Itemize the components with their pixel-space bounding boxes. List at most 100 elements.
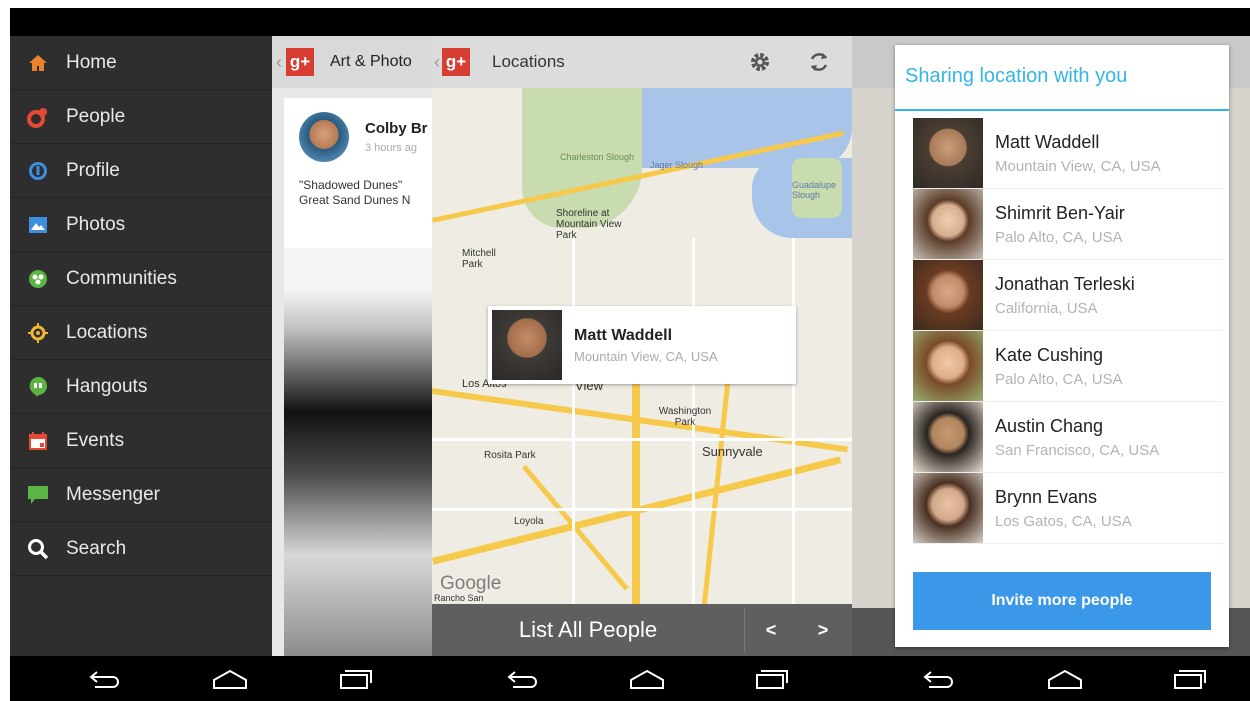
back-caret-icon[interactable]: ‹ — [276, 52, 282, 73]
back-icon[interactable] — [914, 656, 964, 701]
map-label: Mitchell Park — [462, 248, 496, 270]
search-icon — [10, 538, 66, 560]
google-logo: Google — [440, 573, 502, 594]
art-action-bar: ‹ g+ Art & Photo — [272, 36, 432, 88]
drawer-item-label: Profile — [66, 159, 120, 181]
events-icon — [10, 431, 66, 451]
locations-icon — [10, 322, 66, 344]
drawer-item-messenger[interactable]: Messenger — [10, 468, 272, 522]
locations-title: Locations — [492, 52, 565, 71]
person-row[interactable]: Brynn Evans Los Gatos, CA, USA — [913, 473, 1223, 544]
person-row[interactable]: Austin Chang San Francisco, CA, USA — [913, 402, 1223, 473]
street — [432, 508, 852, 511]
person-row[interactable]: Shimrit Ben-Yair Palo Alto, CA, USA — [913, 189, 1223, 260]
map-person-callout[interactable]: Matt Waddell Mountain View, CA, USA — [488, 306, 796, 384]
person-photo — [913, 118, 983, 188]
drawer-item-search[interactable]: Search — [10, 522, 272, 576]
post-card[interactable]: Colby Br 3 hours ag "Shadowed Dunes" Gre… — [284, 98, 432, 656]
person-photo — [913, 189, 983, 259]
person-place: Palo Alto, CA, USA — [995, 370, 1123, 388]
street — [572, 238, 575, 604]
drawer-item-people[interactable]: People — [10, 90, 272, 144]
dialog-title: Sharing location with you — [905, 65, 1128, 87]
map-label: Loyola — [514, 516, 544, 527]
drawer-item-communities[interactable]: Communities — [10, 252, 272, 306]
person-place: San Francisco, CA, USA — [995, 441, 1160, 459]
photos-icon — [10, 216, 66, 234]
home-button-icon[interactable] — [205, 656, 255, 701]
communities-icon — [10, 269, 66, 289]
gplus-logo-icon[interactable]: g+ — [286, 48, 314, 76]
map-label: Rancho San — [434, 593, 484, 603]
navigation-drawer: Home People Profile Photos Communities L… — [10, 36, 272, 656]
street — [432, 438, 852, 441]
drawer-item-hangouts[interactable]: Hangouts — [10, 360, 272, 414]
recent-apps-icon[interactable] — [330, 656, 380, 701]
home-icon — [10, 53, 66, 73]
person-photo — [913, 331, 983, 401]
map-label: Sunnyvale — [702, 444, 763, 459]
prev-button[interactable]: < — [745, 620, 797, 641]
person-name: Shimrit Ben-Yair — [995, 202, 1125, 223]
person-place: Mountain View, CA, USA — [995, 157, 1161, 175]
home-button-icon[interactable] — [622, 656, 672, 701]
callout-photo — [492, 310, 562, 380]
map-view[interactable]: Charleston Slough Jager Slough Shoreline… — [432, 88, 852, 604]
art-photo-panel: ‹ g+ Art & Photo Colby Br 3 hours ag "Sh… — [272, 36, 432, 656]
map-label: Guadalupe Slough — [792, 180, 837, 200]
recent-apps-icon[interactable] — [1164, 656, 1214, 701]
locations-action-bar: ‹ g+ Locations — [432, 36, 852, 88]
person-photo — [913, 260, 983, 330]
drawer-item-locations[interactable]: Locations — [10, 306, 272, 360]
drawer-item-home[interactable]: Home — [10, 36, 272, 90]
drawer-item-events[interactable]: Events — [10, 414, 272, 468]
refresh-icon[interactable] — [807, 50, 831, 79]
back-icon[interactable] — [498, 656, 548, 701]
list-all-people-button[interactable]: List All People — [432, 617, 744, 643]
callout-place: Mountain View, CA, USA — [574, 348, 718, 364]
person-row[interactable]: Matt Waddell Mountain View, CA, USA — [913, 118, 1223, 189]
hangouts-icon — [10, 376, 66, 398]
post-text-line1: "Shadowed Dunes" — [299, 178, 403, 192]
person-place: Palo Alto, CA, USA — [995, 228, 1123, 246]
person-name: Brynn Evans — [995, 486, 1098, 507]
person-name: Kate Cushing — [995, 344, 1104, 365]
android-nav-bar — [10, 656, 1250, 701]
back-caret-icon[interactable]: ‹ — [434, 52, 440, 73]
drawer-item-label: Home — [66, 51, 117, 73]
drawer-item-label: Photos — [66, 213, 126, 235]
gplus-logo-icon[interactable]: g+ — [442, 48, 470, 76]
dune-photo[interactable] — [284, 248, 432, 656]
drawer-item-profile[interactable]: Profile — [10, 144, 272, 198]
drawer-item-label: Hangouts — [66, 375, 148, 397]
person-photo — [913, 473, 983, 543]
map-label: Washington Park — [658, 406, 712, 428]
person-row[interactable]: Kate Cushing Palo Alto, CA, USA — [913, 331, 1223, 402]
next-button[interactable]: > — [797, 620, 849, 641]
person-place: Los Gatos, CA, USA — [995, 512, 1132, 530]
post-text-line2: Great Sand Dunes N — [299, 193, 411, 207]
people-icon — [10, 106, 66, 128]
person-name: Jonathan Terleski — [995, 273, 1135, 294]
drawer-item-label: Events — [66, 429, 125, 451]
person-row[interactable]: Jonathan Terleski California, USA — [913, 260, 1223, 331]
map-label: Rosita Park — [484, 450, 536, 461]
post-author[interactable]: Colby Br — [365, 120, 428, 137]
profile-icon — [10, 161, 66, 181]
map-label: Charleston Slough — [560, 152, 635, 162]
invite-more-people-button[interactable]: Invite more people — [913, 572, 1211, 630]
person-name: Austin Chang — [995, 415, 1104, 436]
messenger-icon — [10, 485, 66, 505]
home-button-icon[interactable] — [1040, 656, 1090, 701]
status-bar — [10, 8, 1250, 36]
drawer-item-label: Search — [66, 537, 127, 559]
recent-apps-icon[interactable] — [746, 656, 796, 701]
back-icon[interactable] — [80, 656, 130, 701]
settings-gear-icon[interactable] — [748, 50, 772, 79]
author-avatar[interactable] — [299, 112, 349, 162]
map-label: Shoreline at Mountain View Park — [556, 208, 622, 241]
map-label: Jager Slough — [650, 160, 704, 170]
drawer-item-photos[interactable]: Photos — [10, 198, 272, 252]
foothill-expy — [522, 464, 629, 591]
locations-bottom-bar: List All People < > — [432, 604, 852, 656]
